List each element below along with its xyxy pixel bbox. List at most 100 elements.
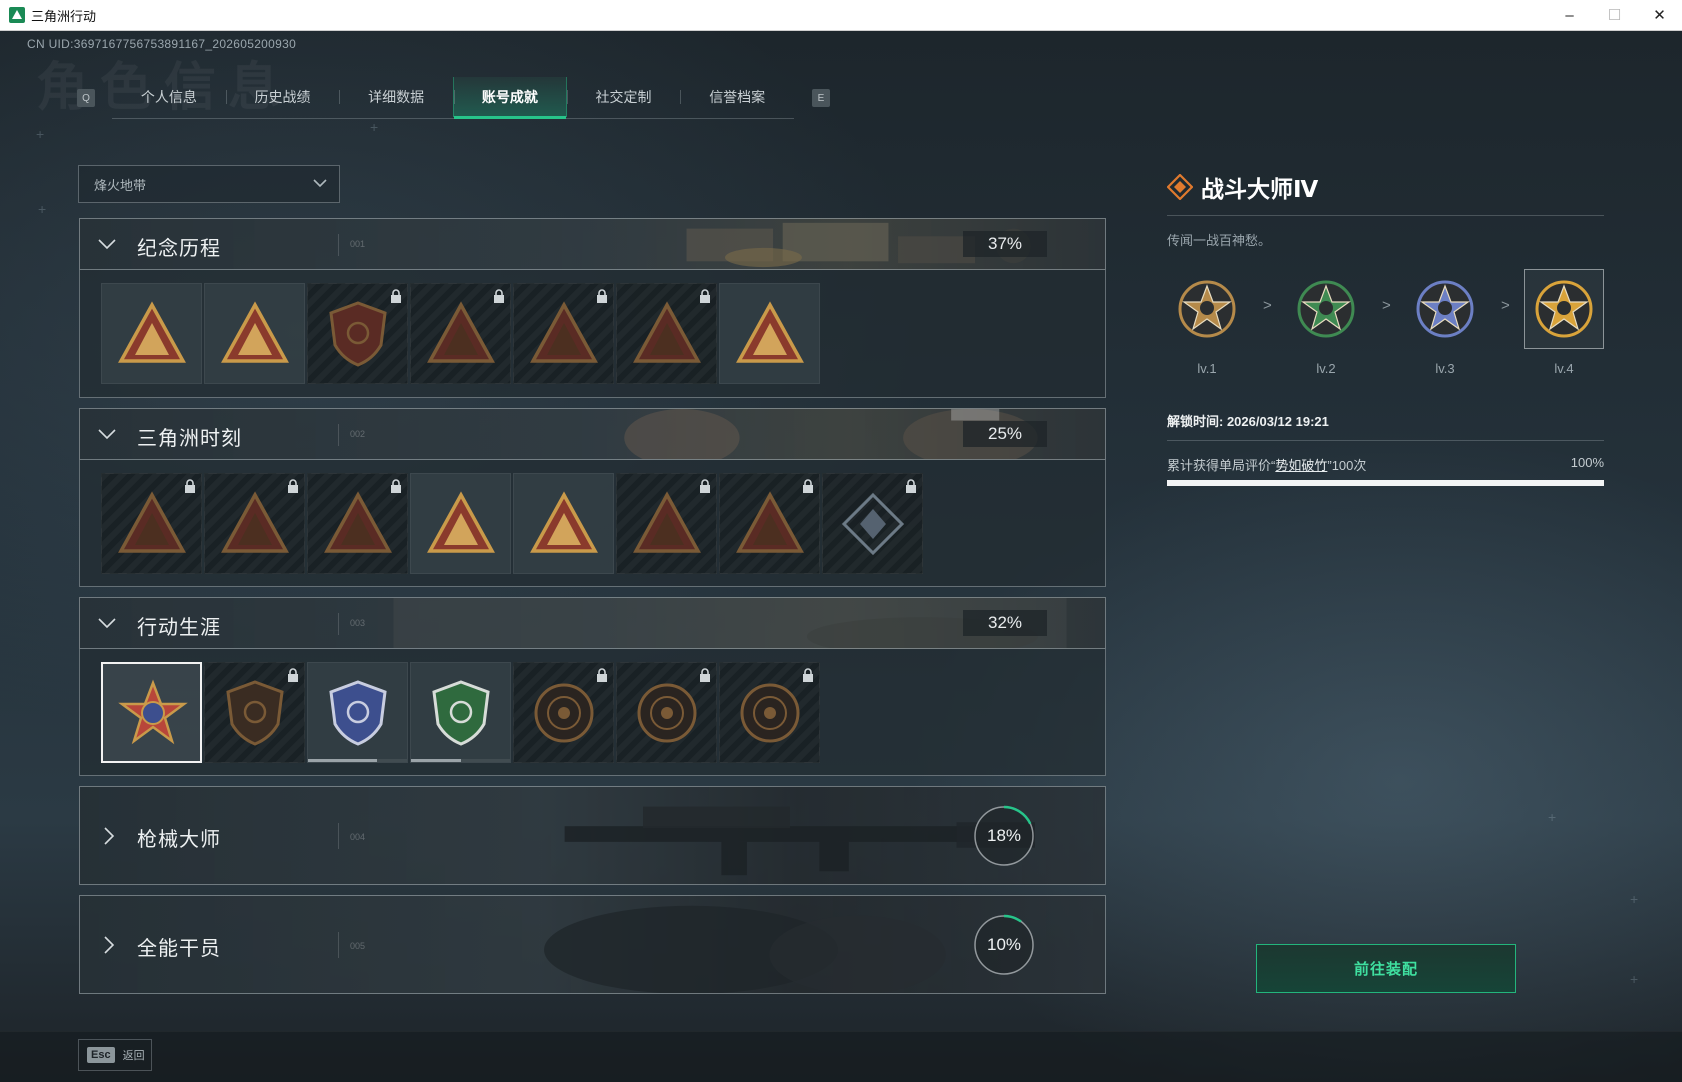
achievement-badge[interactable] (410, 283, 511, 384)
lock-icon (288, 479, 298, 493)
chevron-down-icon (98, 618, 116, 629)
eye-ring-emblem-icon (740, 683, 800, 743)
category-name: 纪念历程 (137, 238, 221, 260)
category-header-memorial[interactable]: 纪念历程 001 37% (79, 218, 1106, 270)
kneeling-soldier-emblem-icon (324, 491, 392, 553)
achievement-badge[interactable] (719, 662, 820, 763)
mode-dropdown[interactable]: 烽火地带 (78, 165, 340, 203)
category-percent: 10% (986, 935, 1022, 954)
achievement-badge[interactable] (101, 283, 202, 384)
achievement-badge[interactable] (719, 473, 820, 574)
level-4[interactable]: lv.4 (1524, 269, 1604, 376)
achievement-badge[interactable] (101, 473, 202, 574)
category-percent: 37% (963, 231, 1047, 257)
shield-hex-emblem-icon (329, 301, 387, 367)
chevron-down-icon (98, 239, 116, 250)
operator-squad-scene (544, 905, 946, 993)
lock-icon (906, 479, 916, 493)
diamond-cube-emblem-icon (841, 492, 905, 556)
tab-reputation[interactable]: 信誉档案 (680, 77, 794, 117)
achievement-badge[interactable] (101, 662, 202, 763)
achievement-badge[interactable] (204, 473, 305, 574)
level-3[interactable]: lv.3 (1405, 269, 1485, 376)
achievement-badge[interactable] (410, 662, 511, 763)
window-titlebar: 三角洲行动 – ☐ ✕ (0, 0, 1682, 31)
level-progression: lv.1 > lv.2 > lv.3 > lv.4 (1167, 269, 1604, 387)
category-percent: 32% (963, 610, 1047, 636)
tab-match-history[interactable]: 历史战绩 (225, 77, 340, 117)
tab-detailed-data[interactable]: 详细数据 (339, 77, 453, 117)
maximize-button[interactable]: ☐ (1592, 0, 1637, 30)
vault-emblem-icon (221, 491, 289, 553)
category-header-operation-career[interactable]: 行动生涯 003 32% (79, 597, 1106, 649)
tab-social-custom[interactable]: 社交定制 (566, 77, 681, 117)
crosshair-decoration-icon: + (38, 201, 47, 217)
requirement-keyword-link[interactable]: 势如破竹 (1275, 458, 1327, 473)
tab-prev-key[interactable]: Q (77, 89, 95, 107)
category-name: 枪械大师 (137, 829, 221, 851)
achievement-badge[interactable] (822, 473, 923, 574)
achievement-badge[interactable] (513, 283, 614, 384)
skull-ring-emblem-icon (637, 683, 697, 743)
lock-icon (288, 668, 298, 682)
bronze-shield-emblem-icon (226, 680, 284, 746)
achievement-badge[interactable] (204, 283, 305, 384)
category-name: 三角洲时刻 (137, 428, 242, 450)
gem-triangle-emblem-icon (427, 491, 495, 553)
detail-title-row: 战斗大师Ⅳ (1167, 171, 1604, 203)
medal-lv3-icon (1405, 269, 1485, 349)
back-button[interactable]: Esc 返回 (78, 1039, 152, 1071)
crossed-swords-emblem-icon (633, 301, 701, 363)
close-button[interactable]: ✕ (1637, 0, 1682, 30)
lock-icon (597, 668, 607, 682)
crosshair-decoration-icon: + (1548, 809, 1557, 825)
achievement-badge[interactable] (410, 473, 511, 574)
tab-achievements[interactable]: 账号成就 (453, 77, 567, 119)
achievement-badge[interactable] (616, 283, 717, 384)
category-body-operation-career (79, 649, 1106, 776)
achievement-detail-panel: 战斗大师Ⅳ 传闻一战百神愁。 lv.1 > lv.2 > lv.3 > lv.4 (1167, 171, 1604, 486)
achievement-badge[interactable] (616, 473, 717, 574)
requirement-progress-bar (1167, 480, 1604, 486)
back-label: 返回 (122, 1050, 145, 1062)
level-label: lv.4 (1554, 361, 1574, 376)
header-divider (338, 234, 339, 256)
lock-icon (803, 479, 813, 493)
game-screen: 角色信息 CN UID:3697167756753891167_20260520… (0, 31, 1682, 1082)
achievement-badge[interactable] (307, 283, 408, 384)
achievement-badge[interactable] (204, 662, 305, 763)
crosshair-decoration-icon: + (370, 119, 379, 135)
tab-personal-info[interactable]: 个人信息 (112, 77, 226, 117)
golden-leaf-emblem-icon (736, 301, 804, 363)
category-header-weapon-master[interactable]: 枪械大师 004 18% (79, 786, 1106, 885)
achievement-badge[interactable] (513, 662, 614, 763)
level-2[interactable]: lv.2 (1286, 269, 1366, 376)
category-percent: 18% (986, 826, 1022, 845)
achievement-badge[interactable] (307, 662, 408, 763)
achievement-badge[interactable] (616, 662, 717, 763)
badge-progress-bar (308, 759, 407, 762)
lock-icon (391, 289, 401, 303)
category-header-all-round-operator[interactable]: 全能干员 005 10% (79, 895, 1106, 994)
minimize-button[interactable]: – (1547, 0, 1592, 30)
level-label: lv.3 (1435, 361, 1455, 376)
detail-divider (1167, 215, 1604, 216)
tab-next-key[interactable]: E (812, 89, 830, 107)
achievement-badge[interactable] (307, 473, 408, 574)
green-shield-emblem-icon (432, 680, 490, 746)
crosshair-decoration-icon: + (1630, 971, 1639, 987)
requirement-text: 累计获得单局评价“势如破竹”100次 (1167, 455, 1366, 474)
category-code: 003 (350, 618, 366, 628)
badge-progress-fill (308, 759, 378, 762)
robot-emblem-icon (118, 491, 186, 553)
go-to-equip-button[interactable]: 前往装配 (1256, 944, 1516, 993)
level-1[interactable]: lv.1 (1167, 269, 1247, 376)
bronze-ring-emblem-icon (534, 683, 594, 743)
category-header-delta-moments[interactable]: 三角洲时刻 002 25% (79, 408, 1106, 460)
lock-icon (597, 289, 607, 303)
crosshair-decoration-icon: + (36, 126, 45, 142)
detail-divider (1167, 440, 1604, 441)
achievement-badge[interactable] (513, 473, 614, 574)
achievement-badge[interactable] (719, 283, 820, 384)
header-divider (338, 823, 339, 849)
